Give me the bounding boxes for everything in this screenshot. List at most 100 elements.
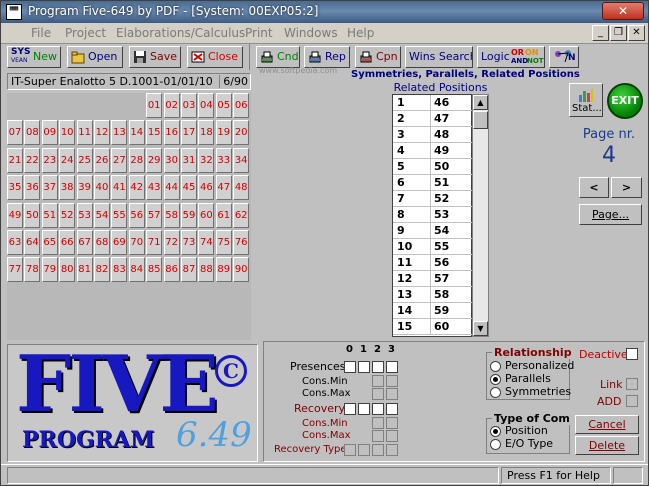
number-cell[interactable]: 75	[215, 230, 232, 255]
number-cell[interactable]: 42	[128, 175, 145, 201]
next-page-button[interactable]: >	[611, 177, 642, 198]
related-position-row[interactable]: 11 56	[393, 255, 473, 271]
cancel-button[interactable]: Cancel	[575, 415, 639, 434]
related-position-row[interactable]: 1 46	[393, 95, 473, 111]
number-cell[interactable]: 62	[233, 202, 250, 228]
number-cell[interactable]: 87	[181, 257, 197, 283]
number-cell[interactable]: 79	[41, 257, 58, 283]
position-radio[interactable]	[490, 426, 501, 437]
number-cell[interactable]: 19	[215, 120, 232, 146]
number-cell[interactable]: 30	[163, 147, 180, 173]
number-cell[interactable]: 21	[7, 147, 23, 173]
parallels-radio[interactable]	[490, 374, 501, 385]
number-cell[interactable]: 52	[59, 202, 76, 228]
number-cell[interactable]: 53	[76, 202, 93, 228]
menu-print[interactable]: Print	[245, 26, 273, 40]
number-cell[interactable]: 73	[181, 230, 197, 255]
stat-button[interactable]: Stat...	[569, 83, 603, 117]
menu-elaborations[interactable]: Elaborations/Calculus	[116, 26, 245, 40]
cons-max-field[interactable]	[372, 388, 384, 400]
cons-min-field-2[interactable]	[386, 375, 398, 387]
close-button[interactable]: Close	[187, 46, 243, 68]
number-cell[interactable]: 44	[163, 175, 180, 201]
page-dialog-button[interactable]: Page...	[579, 204, 642, 225]
number-cell[interactable]: 25	[76, 147, 93, 173]
recovery-cons-max-field[interactable]	[372, 430, 384, 442]
number-cell[interactable]: 72	[163, 230, 180, 255]
menu-project[interactable]: Project	[65, 26, 106, 40]
number-cell[interactable]: 39	[76, 175, 93, 201]
new-button[interactable]: SYS VEAN New	[7, 46, 61, 68]
presences-1-checkbox[interactable]	[358, 361, 370, 373]
presences-2-checkbox[interactable]	[372, 361, 384, 373]
number-cell[interactable]: 13	[111, 120, 128, 146]
number-cell[interactable]: 04	[198, 93, 215, 118]
menu-file[interactable]: File	[31, 26, 51, 40]
number-cell[interactable]: 28	[128, 147, 145, 173]
window-close-button[interactable]: ✕	[602, 2, 644, 20]
cpn-button[interactable]: Cpn	[355, 46, 401, 68]
scroll-down-arrow-icon[interactable]: ▼	[473, 321, 488, 336]
related-position-row[interactable]: 7 52	[393, 191, 473, 207]
number-cell[interactable]: 82	[94, 257, 110, 283]
related-position-row[interactable]: 14 59	[393, 303, 473, 319]
number-cell[interactable]: 59	[181, 202, 197, 228]
number-cell[interactable]: 49	[7, 202, 23, 228]
number-cell[interactable]: 48	[233, 175, 250, 201]
number-cell[interactable]: 65	[41, 230, 58, 255]
recovery-0-checkbox[interactable]	[344, 403, 356, 415]
number-cell[interactable]: 03	[181, 93, 197, 118]
save-button[interactable]: Save	[129, 46, 181, 68]
rep-button[interactable]: Rep	[304, 46, 350, 68]
number-cell[interactable]: 20	[233, 120, 250, 146]
number-cell[interactable]: 15	[146, 120, 163, 146]
number-cell[interactable]: 85	[146, 257, 163, 283]
number-cell[interactable]: 83	[111, 257, 128, 283]
number-cell[interactable]: 31	[181, 147, 197, 173]
number-cell[interactable]: 60	[198, 202, 215, 228]
number-cell[interactable]: 40	[94, 175, 110, 201]
number-cell[interactable]: 68	[94, 230, 110, 255]
related-position-row[interactable]: 3 48	[393, 127, 473, 143]
number-cell[interactable]: 18	[198, 120, 215, 146]
number-cell[interactable]: 56	[128, 202, 145, 228]
related-position-row[interactable]: 12 57	[393, 271, 473, 287]
recovery-type-3[interactable]	[386, 444, 398, 456]
number-cell[interactable]: 12	[94, 120, 110, 146]
delete-button[interactable]: Delete	[575, 436, 639, 455]
mdi-close-button[interactable]: ✕	[628, 25, 645, 41]
number-cell[interactable]: 61	[215, 202, 232, 228]
number-cell[interactable]: 46	[198, 175, 215, 201]
recovery-2-checkbox[interactable]	[372, 403, 384, 415]
mdi-minimize-button[interactable]: _	[592, 25, 609, 41]
scroll-thumb[interactable]	[473, 111, 488, 129]
number-cell[interactable]: 57	[146, 202, 163, 228]
number-cell[interactable]: 26	[94, 147, 110, 173]
title-bar[interactable]: ▦▦ Program Five-649 by PDF - [System: 00…	[1, 1, 648, 23]
number-cell[interactable]: 77	[7, 257, 23, 283]
related-position-row[interactable]: 6 51	[393, 175, 473, 191]
number-cell[interactable]: 80	[59, 257, 76, 283]
number-cell[interactable]: 84	[128, 257, 145, 283]
exit-button[interactable]: EXIT	[607, 83, 643, 119]
number-cell[interactable]: 90	[233, 257, 250, 283]
cons-min-field[interactable]	[372, 375, 384, 387]
number-cell[interactable]: 23	[41, 147, 58, 173]
number-cell[interactable]: 34	[233, 147, 250, 173]
number-cell[interactable]: 35	[7, 175, 23, 201]
number-cell[interactable]: 02	[163, 93, 180, 118]
number-cell[interactable]: 51	[41, 202, 58, 228]
number-cell[interactable]: 10	[59, 120, 76, 146]
add-checkbox[interactable]	[626, 395, 638, 407]
logic-button[interactable]: Logic OR ON AND NOT	[477, 46, 545, 68]
number-cell[interactable]: 27	[111, 147, 128, 173]
number-cell[interactable]: 55	[111, 202, 128, 228]
number-cell[interactable]: 41	[111, 175, 128, 201]
number-cell[interactable]: 14	[128, 120, 145, 146]
number-cell[interactable]: 63	[7, 230, 23, 255]
related-positions-scrollbar[interactable]: ▲ ▼	[472, 94, 489, 337]
presences-0-checkbox[interactable]	[344, 361, 356, 373]
number-cell[interactable]: 78	[24, 257, 41, 283]
number-cell[interactable]: 47	[215, 175, 232, 201]
number-cell[interactable]: 08	[24, 120, 41, 146]
